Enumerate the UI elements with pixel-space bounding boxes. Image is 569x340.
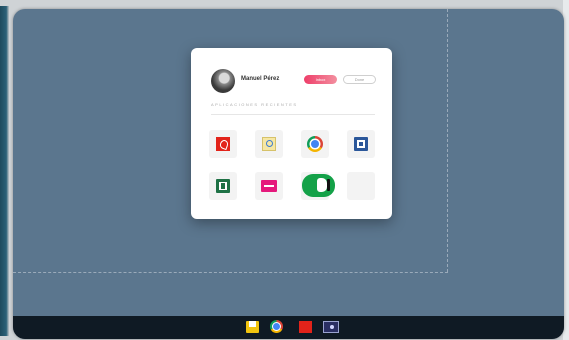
user-name: Manuel Pérez <box>241 76 280 82</box>
app-launcher-panel: Manuel Pérez Inbox Done APLICACIONES REC… <box>191 48 392 219</box>
pdf-icon <box>216 137 230 151</box>
inbox-button[interactable]: Inbox <box>304 75 337 84</box>
excel-icon <box>216 179 230 193</box>
app-tile-excel[interactable] <box>209 172 237 200</box>
app-tile-pdf[interactable] <box>209 130 237 158</box>
app-tile-empty[interactable] <box>347 172 375 200</box>
done-button[interactable]: Done <box>343 75 376 84</box>
snap-guide-vertical <box>447 9 448 272</box>
app-tile-evernote[interactable] <box>301 172 335 200</box>
snap-guide-horizontal <box>13 272 448 273</box>
pdf-icon[interactable] <box>299 321 312 333</box>
taskbar <box>13 316 564 339</box>
avatar[interactable] <box>211 69 235 93</box>
app-tile-search[interactable] <box>255 130 283 158</box>
search-icon <box>262 137 276 151</box>
pink-app-icon <box>261 180 277 192</box>
chrome-icon <box>307 136 323 152</box>
divider <box>211 114 375 115</box>
evernote-icon <box>302 174 335 197</box>
adjacent-window-edge <box>0 6 9 336</box>
photos-icon[interactable] <box>323 321 339 333</box>
app-tile-pink-app[interactable] <box>255 172 283 200</box>
desktop-screen: Manuel Pérez Inbox Done APLICACIONES REC… <box>13 9 564 339</box>
recent-apps-title: APLICACIONES RECIENTES <box>211 102 298 107</box>
app-tile-chrome[interactable] <box>301 130 329 158</box>
file-explorer-icon[interactable] <box>246 321 259 333</box>
app-tile-word[interactable] <box>347 130 375 158</box>
chrome-icon[interactable] <box>270 320 283 333</box>
word-icon <box>354 137 368 151</box>
